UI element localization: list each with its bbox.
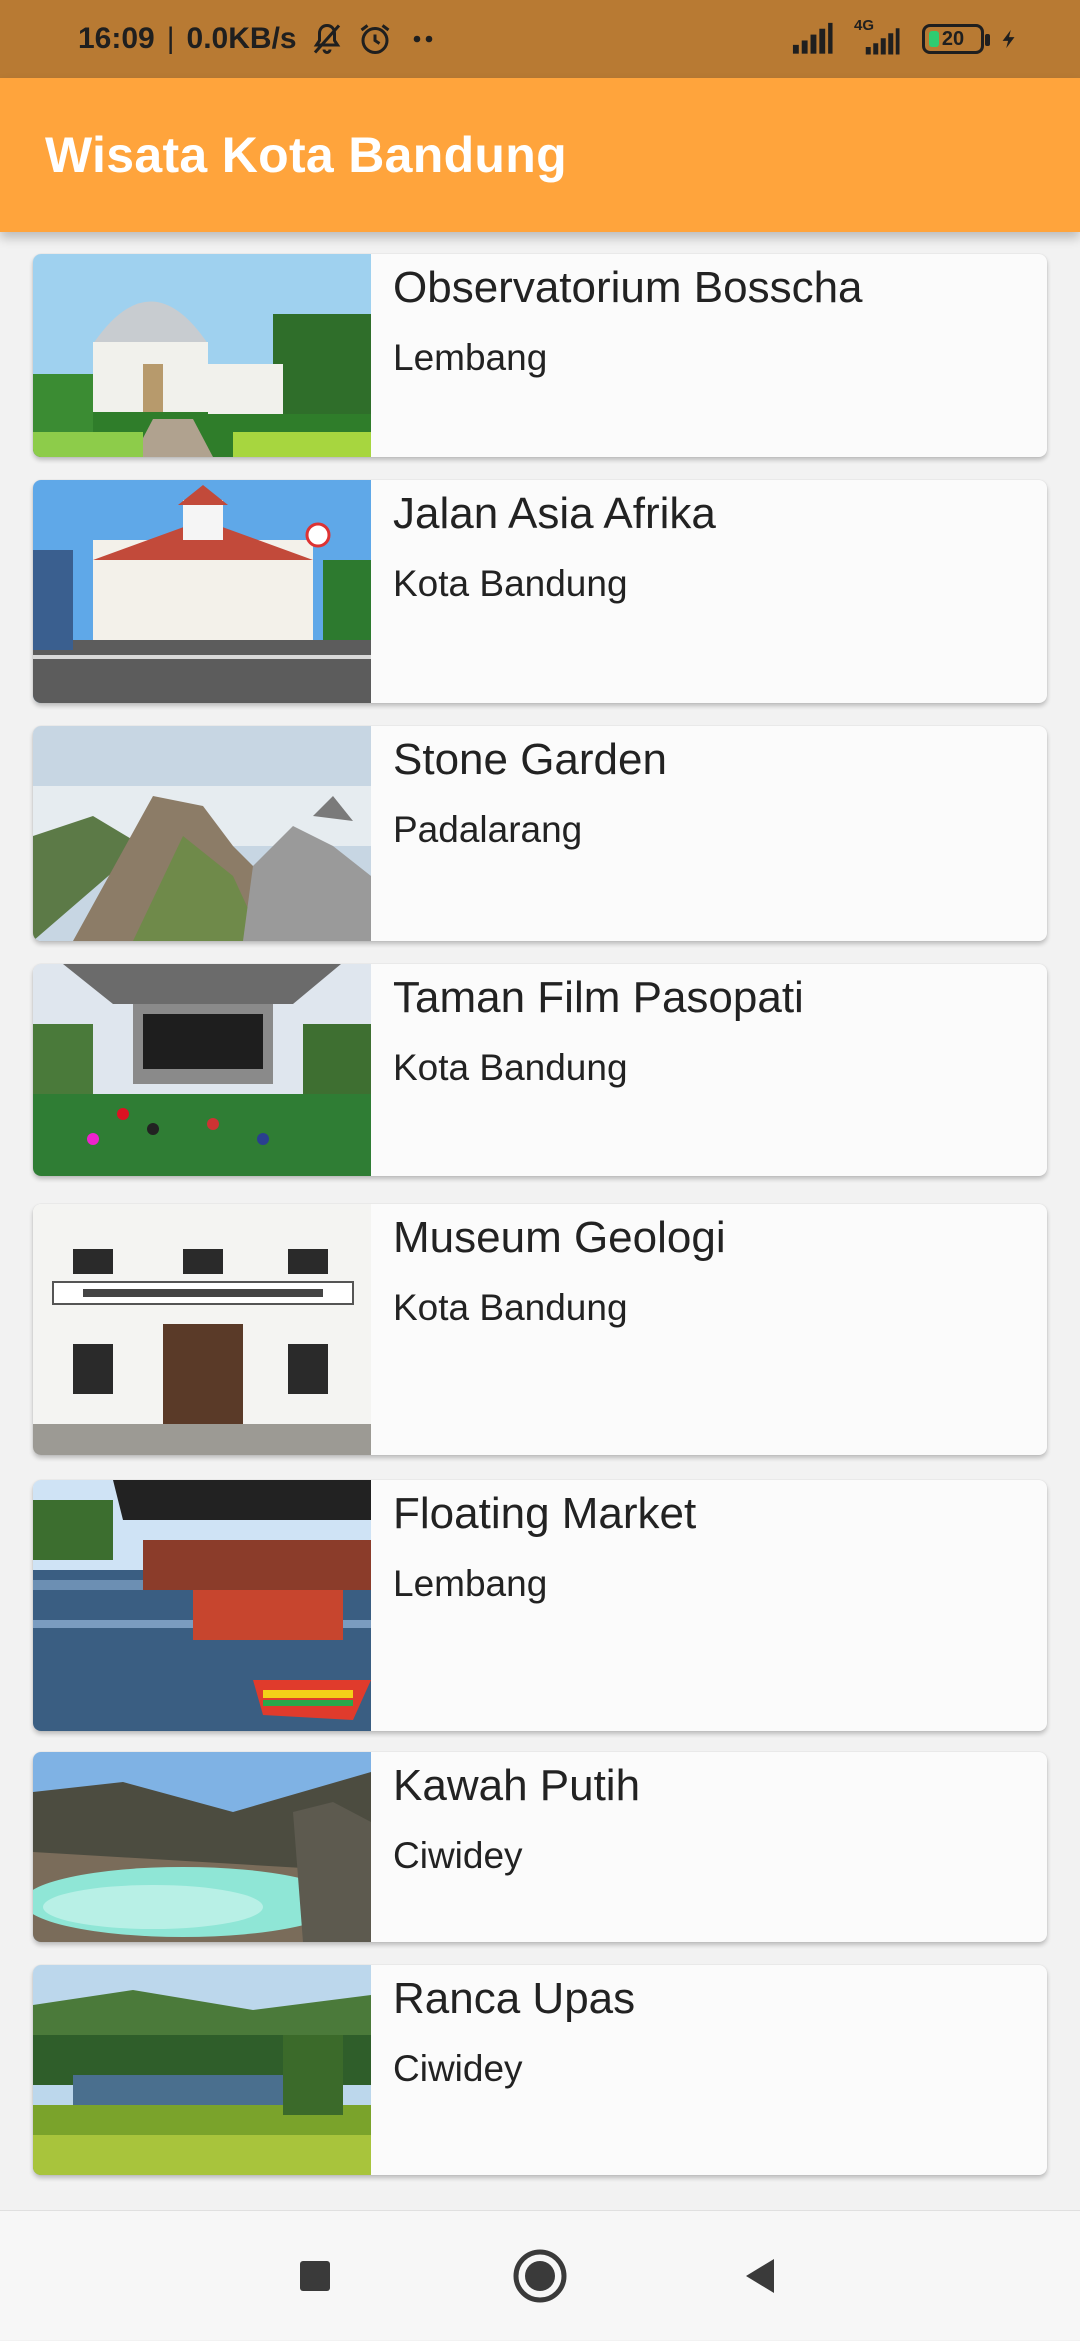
place-card[interactable]: Ranca Upas Ciwidey	[33, 1965, 1047, 2175]
place-location: Ciwidey	[393, 1835, 523, 1876]
place-image-floating-market	[33, 1480, 371, 1731]
place-image-museum-geologi	[33, 1204, 371, 1455]
place-location: Lembang	[393, 337, 548, 378]
place-location: Kota Bandung	[393, 1287, 628, 1328]
place-card[interactable]: Taman Film Pasopati Kota Bandung	[33, 964, 1047, 1176]
system-nav-bar	[0, 2210, 1080, 2340]
place-image-taman-film	[33, 964, 371, 1176]
recents-square-icon	[300, 2261, 330, 2291]
place-name: Observatorium Bosscha	[393, 263, 863, 312]
recents-button[interactable]	[255, 2211, 375, 2341]
place-location: Kota Bandung	[393, 1047, 628, 1088]
signal-4g-icon: 4G	[848, 17, 908, 57]
app-bar: Wisata Kota Bandung	[0, 78, 1080, 232]
back-button[interactable]	[700, 2211, 820, 2341]
status-bar: 16:09 | 0.0KB/s 4G 20	[0, 0, 1080, 78]
place-image-observatory	[33, 254, 371, 457]
place-card[interactable]: Floating Market Lembang	[33, 1480, 1047, 1731]
more-dots-icon	[413, 35, 432, 43]
battery-level: 20	[941, 27, 965, 50]
status-time: 16:09	[78, 22, 155, 55]
place-name: Jalan Asia Afrika	[393, 489, 716, 538]
place-info: Taman Film Pasopati Kota Bandung	[371, 964, 804, 1176]
place-info: Ranca Upas Ciwidey	[371, 1965, 635, 2175]
place-card[interactable]: Kawah Putih Ciwidey	[33, 1752, 1047, 1942]
place-location: Ciwidey	[393, 2048, 523, 2089]
battery-icon: 20	[922, 24, 990, 54]
place-location: Lembang	[393, 1563, 548, 1604]
place-info: Jalan Asia Afrika Kota Bandung	[371, 480, 716, 703]
place-image-asia-afrika	[33, 480, 371, 703]
place-name: Floating Market	[393, 1489, 697, 1538]
status-right: 4G 20	[790, 17, 1020, 57]
place-location: Kota Bandung	[393, 563, 628, 604]
place-card[interactable]: Museum Geologi Kota Bandung	[33, 1204, 1047, 1455]
place-name: Ranca Upas	[393, 1974, 636, 2023]
place-card[interactable]: Jalan Asia Afrika Kota Bandung	[33, 480, 1047, 703]
place-name: Kawah Putih	[393, 1761, 641, 1810]
place-image-stone-garden	[33, 726, 371, 941]
place-info: Floating Market Lembang	[371, 1480, 696, 1731]
place-name: Stone Garden	[393, 735, 667, 784]
place-info: Observatorium Bosscha Lembang	[371, 254, 863, 457]
place-name: Museum Geologi	[393, 1213, 726, 1262]
place-info: Kawah Putih Ciwidey	[371, 1752, 640, 1942]
place-card[interactable]: Observatorium Bosscha Lembang	[33, 254, 1047, 457]
place-location: Padalarang	[393, 809, 583, 850]
back-triangle-icon	[746, 2259, 774, 2293]
place-card[interactable]: Stone Garden Padalarang	[33, 726, 1047, 941]
place-info: Museum Geologi Kota Bandung	[371, 1204, 726, 1455]
charging-bolt-icon	[1002, 29, 1015, 49]
status-speed: 0.0KB/s	[186, 22, 297, 55]
place-name: Taman Film Pasopati	[393, 973, 804, 1022]
signal-icon	[792, 22, 833, 54]
status-divider: |	[166, 22, 175, 55]
app-title: Wisata Kota Bandung	[45, 127, 567, 183]
place-image-kawah-putih	[33, 1752, 371, 1942]
home-circle-icon	[513, 2249, 567, 2303]
place-info: Stone Garden Padalarang	[371, 726, 667, 941]
home-button[interactable]	[480, 2211, 600, 2341]
places-list[interactable]: Observatorium Bosscha Lembang Jalan Asia…	[0, 232, 1080, 2210]
mute-bell-icon	[313, 23, 340, 54]
place-image-ranca-upas	[33, 1965, 371, 2175]
status-left: 16:09 | 0.0KB/s	[78, 21, 441, 57]
alarm-icon	[360, 24, 389, 54]
